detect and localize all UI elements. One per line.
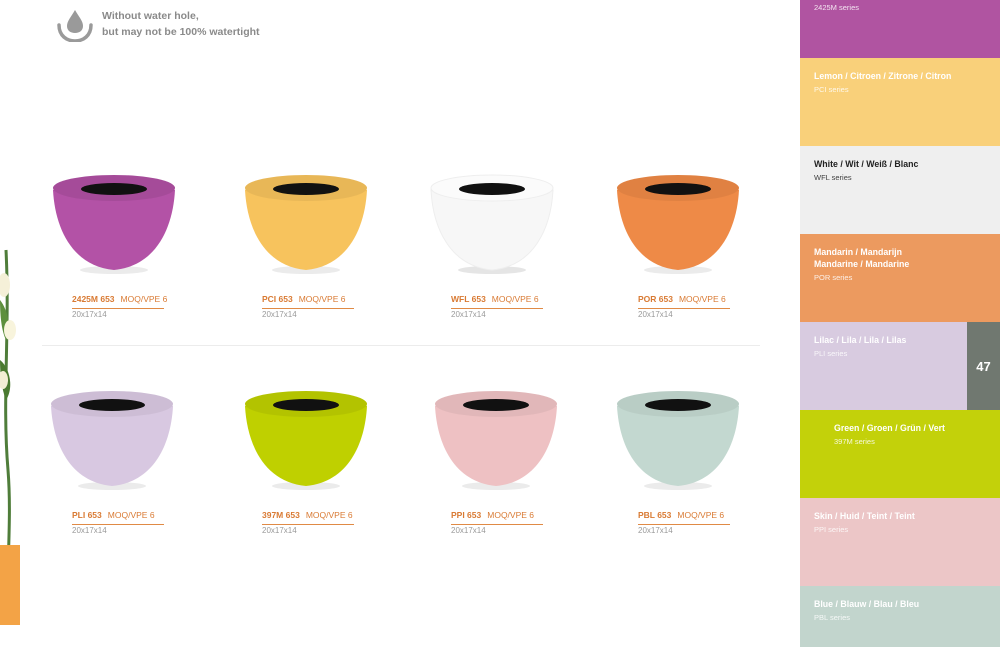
product-dimensions: 20x17x14 — [262, 310, 297, 319]
swatch-skin: Skin / Huid / Teint / Teint PPI series — [800, 498, 1000, 586]
swatch-name: Mandarin / Mandarijn — [814, 247, 902, 257]
row-divider — [42, 345, 760, 346]
swatch-blue: Blue / Blauw / Blau / Bleu PBL series — [800, 586, 1000, 647]
moq-label: MOQ/VPE 6 — [120, 294, 168, 304]
swatch-label: Blue / Blauw / Blau / Bleu PBL series — [814, 598, 919, 624]
swatch-label: White / Wit / Weiß / Blanc WFL series — [814, 158, 918, 184]
pot-image — [51, 391, 173, 490]
product-ppi[interactable]: PPI 653 MOQ/VPE 6 20x17x14 — [430, 386, 580, 535]
product-code-line: WFL 653 MOQ/VPE 6 — [451, 294, 543, 309]
pot-image — [245, 391, 367, 490]
product-dimensions: 20x17x14 — [451, 310, 486, 319]
product-dimensions: 20x17x14 — [262, 526, 297, 535]
product-code: WFL 653 — [451, 294, 486, 304]
swatch-name: Lilac / Lila / Lila / Lilas — [814, 335, 907, 345]
pot-image — [53, 175, 175, 274]
pot-image — [430, 174, 554, 274]
swatch-series: PLI series — [814, 349, 848, 358]
swatch-label: Green / Groen / Grün / Vert 397M series — [834, 422, 945, 448]
swatch-label: 2425M series — [814, 0, 859, 14]
water-note-line1: Without water hole, — [102, 10, 199, 22]
product-code-line: PCI 653 MOQ/VPE 6 — [262, 294, 354, 309]
swatch-label: Skin / Huid / Teint / Teint PPI series — [814, 510, 915, 536]
product-code-line: PBL 653 MOQ/VPE 6 — [638, 510, 730, 525]
moq-label: MOQ/VPE 6 — [107, 510, 155, 520]
swatch-2425m: 2425M series — [800, 0, 1000, 58]
product-code-line: 397M 653 MOQ/VPE 6 — [262, 510, 354, 525]
product-dimensions: 20x17x14 — [72, 310, 107, 319]
swatch-label: Mandarin / Mandarijn Mandarine / Mandari… — [814, 246, 909, 284]
pot-image — [617, 391, 739, 490]
swatch-lemon: Lemon / Citroen / Zitrone / Citron PCI s… — [800, 58, 1000, 146]
product-code: PBL 653 — [638, 510, 672, 520]
page-number: 47 — [967, 322, 1000, 410]
product-pli[interactable]: PLI 653 MOQ/VPE 6 20x17x14 — [46, 386, 196, 535]
product-code-line: 2425M 653 MOQ/VPE 6 — [72, 294, 167, 309]
water-note-line2: but may not be 100% watertight — [102, 26, 260, 38]
moq-label: MOQ/VPE 6 — [298, 294, 346, 304]
moq-label: MOQ/VPE 6 — [678, 294, 726, 304]
product-2425m[interactable]: 2425M 653 MOQ/VPE 6 20x17x14 — [48, 170, 198, 319]
swatch-name: Skin / Huid / Teint / Teint — [814, 511, 915, 521]
pot-image — [617, 175, 739, 274]
swatch-series: 397M series — [834, 437, 875, 446]
product-dimensions: 20x17x14 — [638, 310, 673, 319]
swatch-series: PCI series — [814, 85, 849, 94]
product-code: PPI 653 — [451, 510, 482, 520]
swatch-series: POR series — [814, 273, 853, 282]
swatch-green: Green / Groen / Grün / Vert 397M series — [800, 410, 1000, 498]
product-dimensions: 20x17x14 — [451, 526, 486, 535]
swatch-series: 2425M series — [814, 3, 860, 12]
product-pci[interactable]: PCI 653 MOQ/VPE 6 20x17x14 — [240, 170, 390, 319]
moq-label: MOQ/VPE 6 — [305, 510, 353, 520]
product-dimensions: 20x17x14 — [72, 526, 107, 535]
water-drop-icon — [57, 10, 93, 42]
swatch-name: White / Wit / Weiß / Blanc — [814, 159, 919, 169]
product-code: 2425M 653 — [72, 294, 115, 304]
product-code: 397M 653 — [262, 510, 300, 520]
swatch-white: White / Wit / Weiß / Blanc WFL series — [800, 146, 1000, 234]
moq-label: MOQ/VPE 6 — [491, 294, 539, 304]
product-397m[interactable]: 397M 653 MOQ/VPE 6 20x17x14 — [240, 386, 390, 535]
product-code-line: PPI 653 MOQ/VPE 6 — [451, 510, 543, 525]
swatch-label: Lemon / Citroen / Zitrone / Citron PCI s… — [814, 70, 951, 96]
swatch-series: WFL series — [814, 173, 852, 182]
moq-label: MOQ/VPE 6 — [677, 510, 725, 520]
swatch-mandarin: Mandarin / Mandarijn Mandarine / Mandari… — [800, 234, 1000, 322]
pot-image — [245, 175, 367, 274]
pot-image — [435, 391, 557, 490]
product-code: PLI 653 — [72, 510, 102, 520]
product-dimensions: 20x17x14 — [638, 526, 673, 535]
swatch-name: Green / Groen / Grün / Vert — [834, 423, 945, 433]
swatch-name: Lemon / Citroen / Zitrone / Citron — [814, 71, 952, 81]
product-pbl[interactable]: PBL 653 MOQ/VPE 6 20x17x14 — [612, 386, 762, 535]
product-por[interactable]: POR 653 MOQ/VPE 6 20x17x14 — [612, 170, 762, 319]
swatch-name: Blue / Blauw / Blau / Bleu — [814, 599, 920, 609]
moq-label: MOQ/VPE 6 — [487, 510, 535, 520]
swatch-series: PBL series — [814, 613, 850, 622]
swatch-name-line2: Mandarine / Mandarine — [814, 259, 910, 269]
product-code-line: PLI 653 MOQ/VPE 6 — [72, 510, 164, 525]
water-hole-note: Without water hole, but may not be 100% … — [56, 8, 260, 42]
product-code: POR 653 — [638, 294, 673, 304]
swatch-series: PPI series — [814, 525, 849, 534]
orchid-plant-image — [0, 0, 20, 625]
product-code: PCI 653 — [262, 294, 293, 304]
product-code-line: POR 653 MOQ/VPE 6 — [638, 294, 730, 309]
swatch-label: Lilac / Lila / Lila / Lilas PLI series — [814, 334, 906, 360]
product-wfl[interactable]: WFL 653 MOQ/VPE 6 20x17x14 — [426, 170, 576, 319]
